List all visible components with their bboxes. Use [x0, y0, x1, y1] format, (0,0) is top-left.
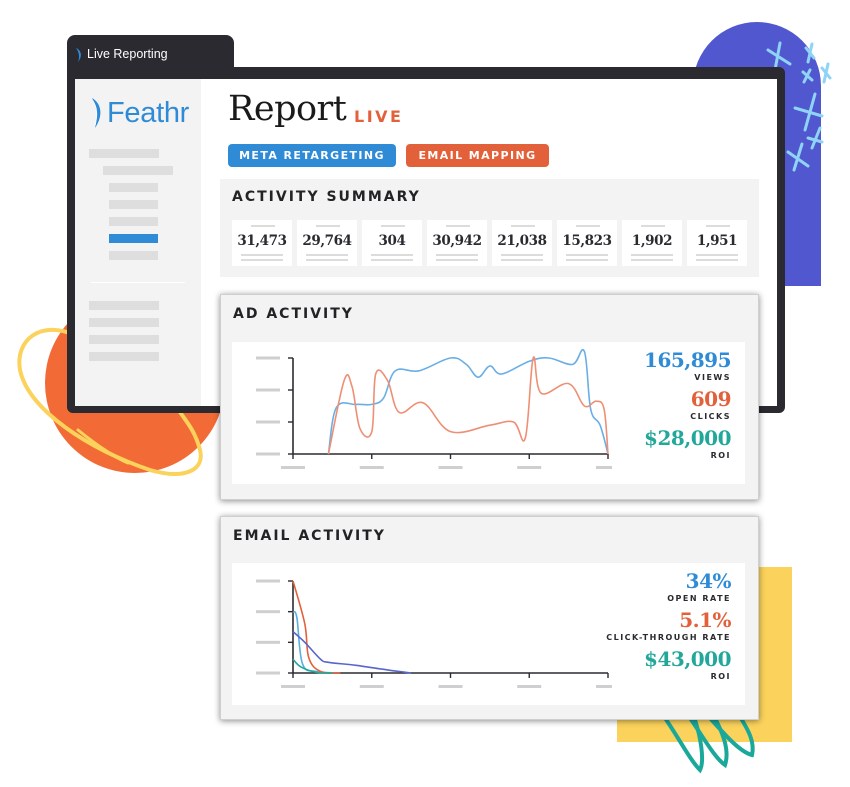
y-tick-label-placeholder	[256, 356, 280, 360]
sidebar-item[interactable]	[109, 251, 158, 260]
x-tick-label-placeholder	[517, 685, 542, 688]
page-title: Report	[228, 89, 347, 129]
sidebar-item[interactable]	[109, 183, 158, 192]
tag-meta-retargeting[interactable]: META RETARGETING	[228, 144, 396, 167]
live-badge: LIVE	[354, 107, 404, 126]
stat-card[interactable]: 30,942	[427, 220, 487, 266]
ad-chart-container: 165,895 VIEWS 609 CLICKS $28,000 ROI	[232, 342, 745, 484]
sidebar-item[interactable]	[89, 149, 159, 158]
metric-views-label: VIEWS	[694, 373, 731, 382]
stat-value: 1,951	[696, 233, 738, 249]
sidebar-item[interactable]	[89, 301, 159, 310]
x-tick-label-placeholder	[438, 466, 463, 469]
stat-value: 21,038	[497, 233, 547, 249]
series-line-opens	[292, 610, 341, 674]
y-tick-label-placeholder	[256, 388, 280, 392]
x-tick-label-placeholder	[438, 685, 463, 688]
metric-ctr-label: CLICK-THROUGH RATE	[606, 633, 731, 642]
logo-text: Feathr	[107, 96, 190, 129]
sidebar-item[interactable]	[109, 200, 158, 209]
sidebar-item[interactable]	[89, 335, 159, 344]
ad-metrics: 165,895 VIEWS 609 CLICKS $28,000 ROI	[644, 348, 731, 465]
metric-open-rate-label: OPEN RATE	[667, 594, 731, 603]
tag-email-mapping[interactable]: EMAIL MAPPING	[406, 144, 549, 167]
stat-card[interactable]: 304	[362, 220, 422, 266]
series-line-clicks	[292, 580, 341, 674]
x-tick-label-placeholder	[517, 466, 542, 469]
y-tick-label-placeholder	[256, 579, 280, 583]
sidebar-item[interactable]	[109, 217, 158, 226]
stat-value: 30,942	[432, 233, 482, 249]
stat-value: 1,902	[631, 233, 673, 249]
section-title: EMAIL ACTIVITY	[233, 528, 386, 544]
ad-activity-panel: AD ACTIVITY 165,895 VIEWS 609 CLICKS $28…	[220, 294, 759, 500]
x-tick-label-placeholder	[596, 466, 620, 469]
series-line-views	[327, 348, 609, 455]
section-title: ACTIVITY SUMMARY	[232, 189, 421, 205]
stat-card[interactable]: 1,902	[622, 220, 682, 266]
stat-value: 304	[378, 233, 406, 249]
stat-card[interactable]: 15,823	[557, 220, 617, 266]
metric-roi-label: ROI	[710, 451, 731, 460]
series-line-sends	[292, 631, 412, 674]
stat-card[interactable]: 29,764	[297, 220, 357, 266]
activity-summary-section: ACTIVITY SUMMARY 31,473 29,764 304 30,94…	[220, 179, 759, 277]
x-tick-label-placeholder	[359, 685, 384, 688]
metric-roi-value: $43,000	[644, 647, 731, 671]
metric-clicks-value: 609	[690, 387, 732, 411]
email-metrics: 34% OPEN RATE 5.1% CLICK-THROUGH RATE $4…	[606, 569, 731, 686]
y-tick-label-placeholder	[256, 420, 280, 424]
sidebar-divider	[91, 282, 185, 283]
sidebar-item-active[interactable]	[109, 234, 158, 243]
email-activity-panel: EMAIL ACTIVITY 34% OPEN RATE 5.1% CLICK-…	[220, 516, 759, 720]
x-tick-label-placeholder	[359, 466, 384, 469]
y-tick-label-placeholder	[256, 640, 280, 644]
sidebar-item[interactable]	[103, 166, 173, 175]
feathr-feather-icon	[92, 98, 101, 128]
email-activity-chart[interactable]	[232, 563, 620, 705]
feathr-feather-icon	[76, 48, 81, 62]
sidebar-item[interactable]	[89, 318, 159, 327]
stat-card[interactable]: 31,473	[232, 220, 292, 266]
stat-value: 29,764	[302, 233, 352, 249]
sidebar-item[interactable]	[89, 352, 159, 361]
y-tick-label-placeholder	[256, 671, 280, 675]
metric-ctr-value: 5.1%	[679, 608, 731, 632]
metric-open-rate-value: 34%	[685, 569, 732, 593]
stat-card[interactable]: 21,038	[492, 220, 552, 266]
metric-views-value: 165,895	[644, 348, 731, 372]
metric-roi-value: $28,000	[644, 426, 731, 450]
x-tick-label-placeholder	[281, 466, 305, 469]
tab-title: Live Reporting	[87, 47, 168, 61]
y-tick-label-placeholder	[256, 452, 280, 456]
section-title: AD ACTIVITY	[233, 306, 354, 322]
sidebar: Feathr	[75, 79, 201, 406]
browser-tab[interactable]: Live Reporting	[67, 35, 234, 75]
y-tick-label-placeholder	[256, 610, 280, 614]
stat-value: 31,473	[237, 233, 287, 249]
feathr-logo[interactable]: Feathr	[90, 95, 189, 131]
metric-clicks-label: CLICKS	[690, 412, 731, 421]
metric-roi-label: ROI	[710, 672, 731, 681]
stat-value: 15,823	[562, 233, 612, 249]
email-chart-container: 34% OPEN RATE 5.1% CLICK-THROUGH RATE $4…	[232, 563, 745, 705]
ad-activity-chart[interactable]	[232, 342, 620, 484]
x-tick-label-placeholder	[281, 685, 305, 688]
stat-card[interactable]: 1,951	[687, 220, 747, 266]
